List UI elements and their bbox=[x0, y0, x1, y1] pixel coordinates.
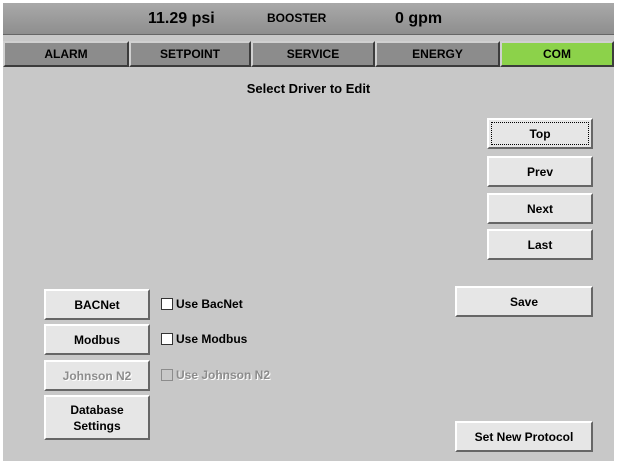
tab-service[interactable]: SERVICE bbox=[251, 41, 375, 67]
pressure-readout: 11.29 psi bbox=[148, 10, 215, 27]
database-settings-line2: Settings bbox=[73, 418, 121, 433]
tab-bar: ALARM SETPOINT SERVICE ENERGY COM bbox=[3, 41, 614, 67]
status-bar: 11.29 psi BOOSTER 0 gpm bbox=[3, 3, 614, 35]
hmi-panel: 11.29 psi BOOSTER 0 gpm ALARM SETPOINT S… bbox=[3, 3, 614, 461]
checkbox-box bbox=[161, 369, 173, 381]
page-title: Select Driver to Edit bbox=[246, 81, 371, 96]
checkbox-box[interactable] bbox=[161, 333, 173, 345]
bacnet-button[interactable]: BACNet bbox=[44, 289, 150, 320]
use-bacnet-label: Use BacNet bbox=[176, 297, 243, 311]
johnson-n2-button: Johnson N2 bbox=[44, 360, 150, 391]
use-modbus-checkbox[interactable]: Use Modbus bbox=[161, 332, 247, 346]
checkbox-box[interactable] bbox=[161, 298, 173, 310]
tab-setpoint[interactable]: SETPOINT bbox=[129, 41, 251, 67]
next-button[interactable]: Next bbox=[487, 193, 593, 224]
database-settings-line1: Database bbox=[70, 402, 124, 417]
use-modbus-label: Use Modbus bbox=[176, 332, 248, 346]
set-new-protocol-button[interactable]: Set New Protocol bbox=[455, 421, 593, 452]
tab-com[interactable]: COM bbox=[500, 41, 614, 67]
prev-button[interactable]: Prev bbox=[487, 156, 593, 187]
save-button[interactable]: Save bbox=[455, 286, 593, 317]
flow-readout: 0 gpm bbox=[395, 10, 443, 27]
use-johnson-n2-label: Use Johnson N2 bbox=[176, 368, 271, 382]
database-settings-button[interactable]: Database Settings bbox=[44, 395, 150, 440]
tab-energy[interactable]: ENERGY bbox=[375, 41, 500, 67]
use-johnson-n2-checkbox: Use Johnson N2 bbox=[161, 368, 270, 382]
use-bacnet-checkbox[interactable]: Use BacNet bbox=[161, 297, 243, 311]
top-button[interactable]: Top bbox=[487, 118, 593, 149]
mode-label: BOOSTER bbox=[267, 11, 327, 25]
last-button[interactable]: Last bbox=[487, 229, 593, 260]
modbus-button[interactable]: Modbus bbox=[44, 324, 150, 355]
tab-alarm[interactable]: ALARM bbox=[3, 41, 129, 67]
